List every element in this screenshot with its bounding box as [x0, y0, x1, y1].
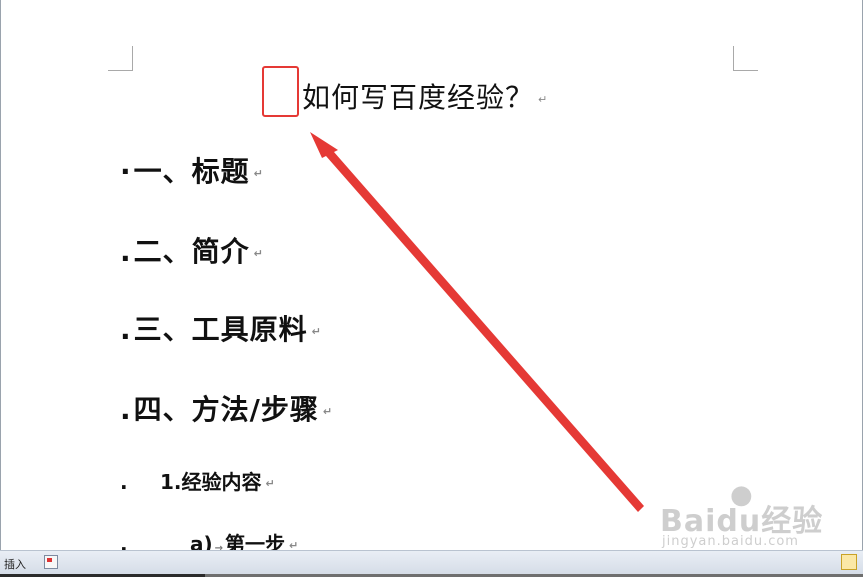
heading-4[interactable]: .四、方法/步骤 ↵	[120, 388, 333, 428]
paragraph-mark-icon: ↵	[253, 246, 264, 260]
heading-3[interactable]: .三、工具原料 ↵	[120, 308, 322, 348]
heading-text: 三、工具原料	[133, 313, 308, 346]
paragraph-mark-icon: ↵	[311, 324, 322, 338]
watermark-url: jingyan.baidu.com	[662, 534, 799, 549]
sub-item-text: 第一步	[225, 532, 286, 550]
margin-corner-top-right	[733, 46, 758, 71]
heading-text: 一、标题	[133, 155, 250, 188]
sub-item-1[interactable]: . 1.经验内容 ↵	[120, 466, 275, 495]
sub-item-bullet: .	[120, 470, 128, 494]
heading-bullet: ·	[120, 155, 132, 188]
heading-bullet: .	[120, 235, 132, 268]
margin-corner-top-left	[108, 46, 133, 71]
annotation-highlight-box	[262, 66, 299, 117]
heading-text: 四、方法/步骤	[133, 393, 319, 426]
insert-mode-indicator[interactable]: 插入	[4, 556, 26, 572]
document-title[interactable]: 如何写百度经验？ ↵	[302, 76, 548, 116]
heading-text: 二、简介	[133, 235, 250, 268]
page-left-edge	[0, 0, 1, 550]
status-bar: 插入	[0, 550, 863, 577]
document-title-text: 如何写百度经验？	[302, 81, 535, 114]
macro-record-icon[interactable]	[44, 555, 58, 569]
print-layout-view-icon[interactable]	[841, 554, 857, 570]
paragraph-mark-icon: ↵	[538, 92, 549, 106]
tab-mark-icon: →	[214, 543, 224, 550]
baidu-watermark: ● Baidu经验 jingyan.baidu.com	[660, 480, 850, 550]
document-page[interactable]: 如何写百度经验？ ↵ ·一、标题 ↵ .二、简介 ↵ .三、工具原料 ↵ .四、方法/步…	[0, 0, 863, 550]
paragraph-mark-icon: ↵	[322, 404, 334, 418]
sub-item-2[interactable]: . a) → 第一步 ↵	[120, 528, 298, 550]
sub-item-bullet: .	[120, 532, 128, 550]
heading-2[interactable]: .二、简介 ↵	[120, 230, 264, 270]
paragraph-mark-icon: ↵	[265, 477, 275, 490]
heading-bullet: .	[120, 313, 132, 346]
heading-bullet: .	[120, 393, 132, 426]
heading-1[interactable]: ·一、标题 ↵	[120, 150, 264, 190]
sub-item-text: 1.经验内容	[160, 470, 262, 494]
paragraph-mark-icon: ↵	[253, 166, 264, 180]
paragraph-mark-icon: ↵	[289, 539, 299, 550]
sub-item-prefix: a)	[190, 532, 213, 550]
